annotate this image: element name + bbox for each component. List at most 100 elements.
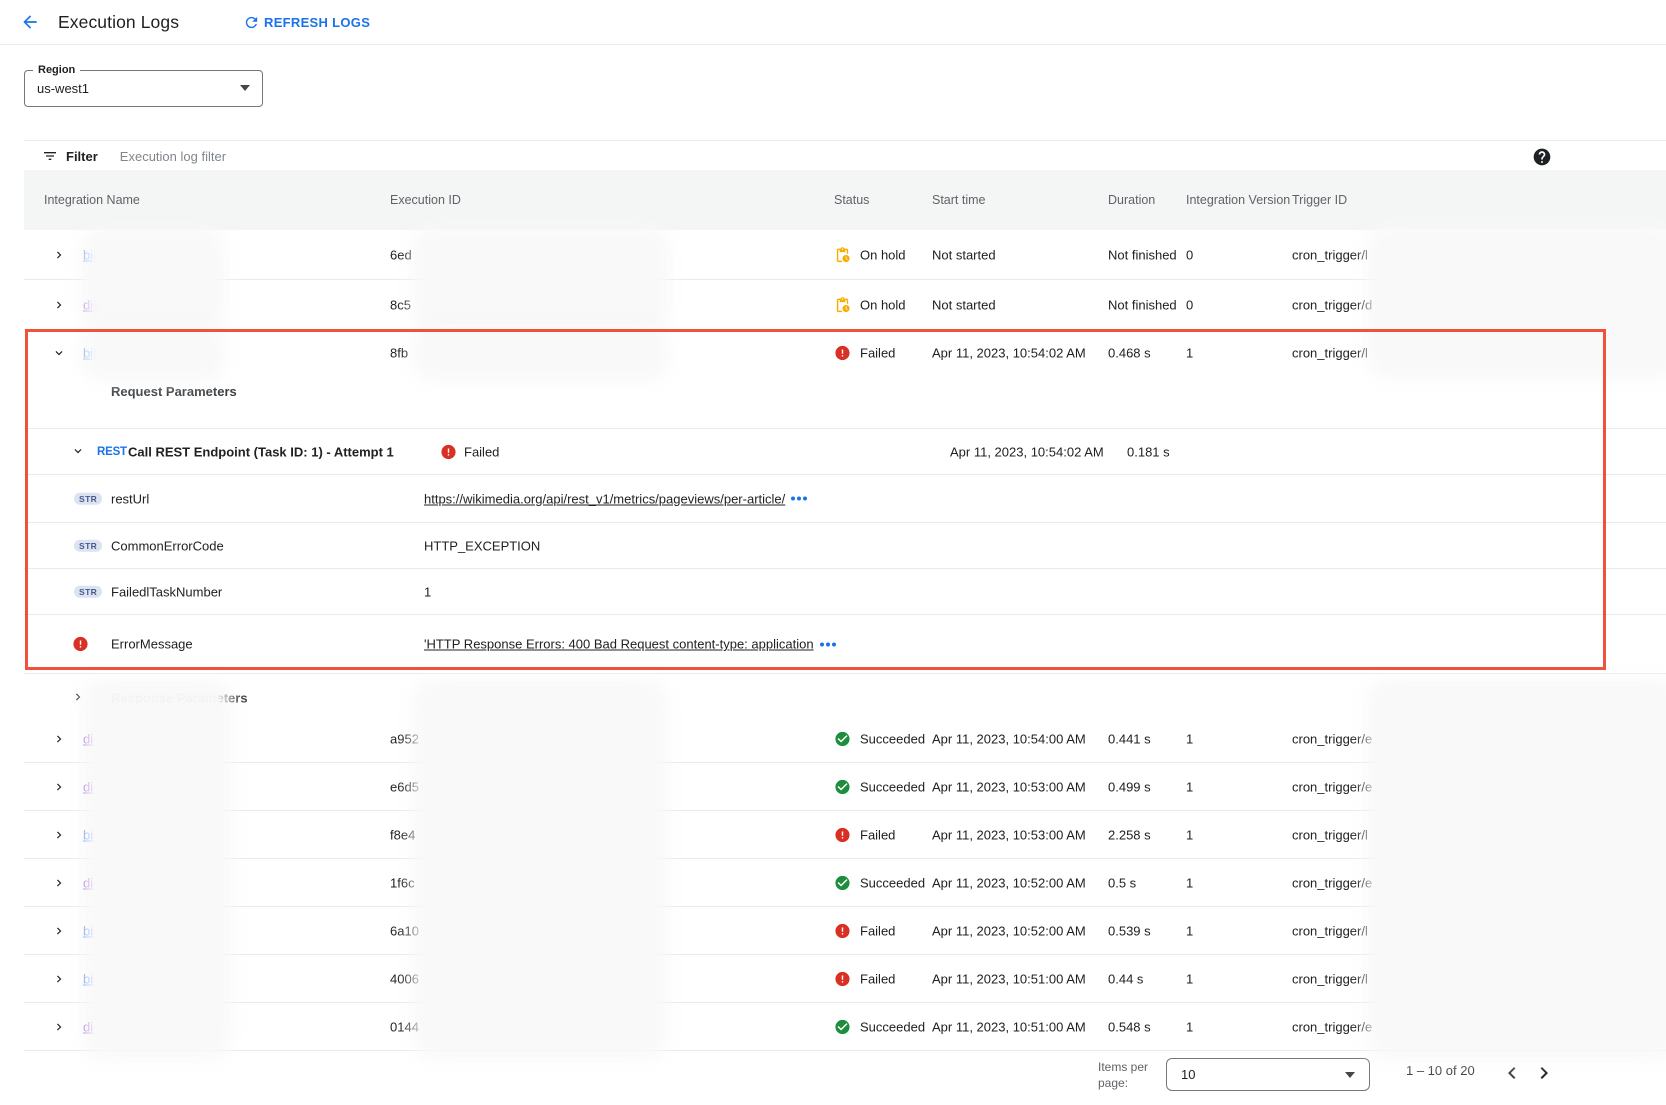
col-execution-id: Execution ID <box>390 193 461 207</box>
chevron-down-icon[interactable] <box>52 345 68 361</box>
integration-name-link[interactable]: bi <box>83 971 93 986</box>
redaction-blur <box>94 690 220 1048</box>
chevron-right-icon[interactable] <box>52 923 68 939</box>
error-icon <box>72 636 89 653</box>
chevron-right-icon[interactable] <box>52 875 68 891</box>
execution-id: 8fb <box>390 346 408 361</box>
task-start-time: Apr 11, 2023, 10:54:02 AM <box>950 444 1104 459</box>
integration-name-link[interactable]: bi <box>83 827 93 842</box>
status-text: Failed <box>860 971 895 986</box>
redaction-blur <box>92 240 214 320</box>
integration-version: 1 <box>1186 827 1193 842</box>
redaction-blur <box>424 336 658 370</box>
task-duration: 0.181 s <box>1127 444 1170 459</box>
filter-icon <box>42 148 58 164</box>
expanded-detail: Request Parameters REST Call REST Endpoi… <box>24 376 1666 722</box>
dropdown-caret-icon <box>1345 1072 1355 1078</box>
col-integration-version: Integration Version <box>1186 193 1290 207</box>
chevron-right-icon[interactable] <box>71 690 87 706</box>
duration: 2.258 s <box>1108 827 1151 842</box>
duration: 0.44 s <box>1108 971 1143 986</box>
trigger-id: cron_trigger/l <box>1292 971 1368 986</box>
duration: Not finished <box>1108 297 1177 312</box>
previous-page-button[interactable] <box>1500 1061 1524 1085</box>
col-start-time: Start time <box>932 193 986 207</box>
failed-icon <box>834 970 851 987</box>
status-text: Failed <box>860 827 895 842</box>
param-row-errormessage: ErrorMessage 'HTTP Response Errors: 400 … <box>24 615 1666 674</box>
request-parameters-label: Request Parameters <box>111 384 237 399</box>
start-time: Not started <box>932 247 996 262</box>
chevron-right-icon[interactable] <box>52 1019 68 1035</box>
chevron-right-icon[interactable] <box>52 247 68 263</box>
duration: 0.5 s <box>1108 875 1136 890</box>
status-text: Succeeded <box>860 1019 925 1034</box>
more-icon[interactable] <box>820 642 836 646</box>
filter-input-placeholder[interactable]: Execution log filter <box>120 149 226 164</box>
duration: 0.499 s <box>1108 779 1151 794</box>
param-row-resturl: STR restUrl https://wikimedia.org/api/re… <box>24 475 1666 523</box>
start-time: Not started <box>932 297 996 312</box>
start-time: Apr 11, 2023, 10:53:00 AM <box>932 827 1086 842</box>
status-text: On hold <box>860 247 906 262</box>
integration-name-link[interactable]: di <box>83 779 93 794</box>
param-value-link[interactable]: 'HTTP Response Errors: 400 Bad Request c… <box>424 637 814 652</box>
integration-name-link[interactable]: di <box>83 1019 93 1034</box>
string-type-icon: STR <box>74 539 102 552</box>
page-title: Execution Logs <box>58 0 179 44</box>
back-button[interactable] <box>16 8 44 36</box>
execution-id: 8c5 <box>390 297 411 312</box>
failed-icon <box>834 922 851 939</box>
dropdown-caret-icon <box>240 85 250 91</box>
refresh-logs-button[interactable]: REFRESH LOGS <box>243 0 370 44</box>
param-value-link[interactable]: https://wikimedia.org/api/rest_v1/metric… <box>424 491 785 506</box>
param-name: FailedlTaskNumber <box>111 584 222 599</box>
duration: 0.539 s <box>1108 923 1151 938</box>
execution-id: 6ed <box>390 247 412 262</box>
filter-bar[interactable]: Filter Execution log filter <box>24 140 1666 171</box>
more-icon[interactable] <box>791 497 807 501</box>
arrow-back-icon <box>20 12 40 32</box>
chevron-right-icon[interactable] <box>52 779 68 795</box>
execution-id: 0144 <box>390 1019 419 1034</box>
param-name: ErrorMessage <box>111 637 193 652</box>
rest-task-icon: REST <box>97 446 127 458</box>
integration-version: 1 <box>1186 1019 1193 1034</box>
page-range-label: 1 – 10 of 20 <box>1406 1063 1475 1078</box>
on-hold-icon <box>834 296 851 313</box>
chevron-right-icon[interactable] <box>52 971 68 987</box>
execution-id: a952 <box>390 731 419 746</box>
table-header: Integration Name Execution ID Status Sta… <box>24 170 1666 231</box>
chevron-down-icon[interactable] <box>71 444 87 460</box>
execution-id: f8e4 <box>390 827 415 842</box>
chevron-right-icon[interactable] <box>52 297 68 313</box>
redaction-blur <box>424 690 656 1048</box>
start-time: Apr 11, 2023, 10:54:02 AM <box>932 346 1086 361</box>
trigger-id: cron_trigger/l <box>1292 827 1368 842</box>
duration: Not finished <box>1108 247 1177 262</box>
integration-version: 1 <box>1186 875 1193 890</box>
status-text: Succeeded <box>860 779 925 794</box>
failed-icon <box>440 443 457 460</box>
param-row-failedtasknumber: STR FailedlTaskNumber 1 <box>24 569 1666 615</box>
next-page-button[interactable] <box>1532 1061 1556 1085</box>
integration-name-link[interactable]: bi <box>83 923 93 938</box>
region-select[interactable]: Region us-west1 <box>24 70 263 107</box>
chevron-right-icon[interactable] <box>52 827 68 843</box>
app-bar: Execution Logs REFRESH LOGS <box>0 0 1666 45</box>
start-time: Apr 11, 2023, 10:51:00 AM <box>932 1019 1086 1034</box>
refresh-logs-label: REFRESH LOGS <box>264 15 370 30</box>
redaction-blur <box>1378 236 1666 367</box>
status-text: Failed <box>860 346 895 361</box>
integration-name-link[interactable]: di <box>83 875 93 890</box>
items-per-page-select[interactable]: 10 <box>1166 1058 1370 1091</box>
help-icon[interactable] <box>1532 147 1552 167</box>
integration-name-link[interactable]: di <box>83 731 93 746</box>
start-time: Apr 11, 2023, 10:51:00 AM <box>932 971 1086 986</box>
integration-version: 1 <box>1186 346 1193 361</box>
duration: 0.441 s <box>1108 731 1151 746</box>
task-title: Call REST Endpoint (Task ID: 1) - Attemp… <box>128 444 394 459</box>
chevron-right-icon[interactable] <box>52 731 68 747</box>
execution-id: e6d5 <box>390 779 419 794</box>
request-parameters-section: Request Parameters <box>24 376 1666 429</box>
